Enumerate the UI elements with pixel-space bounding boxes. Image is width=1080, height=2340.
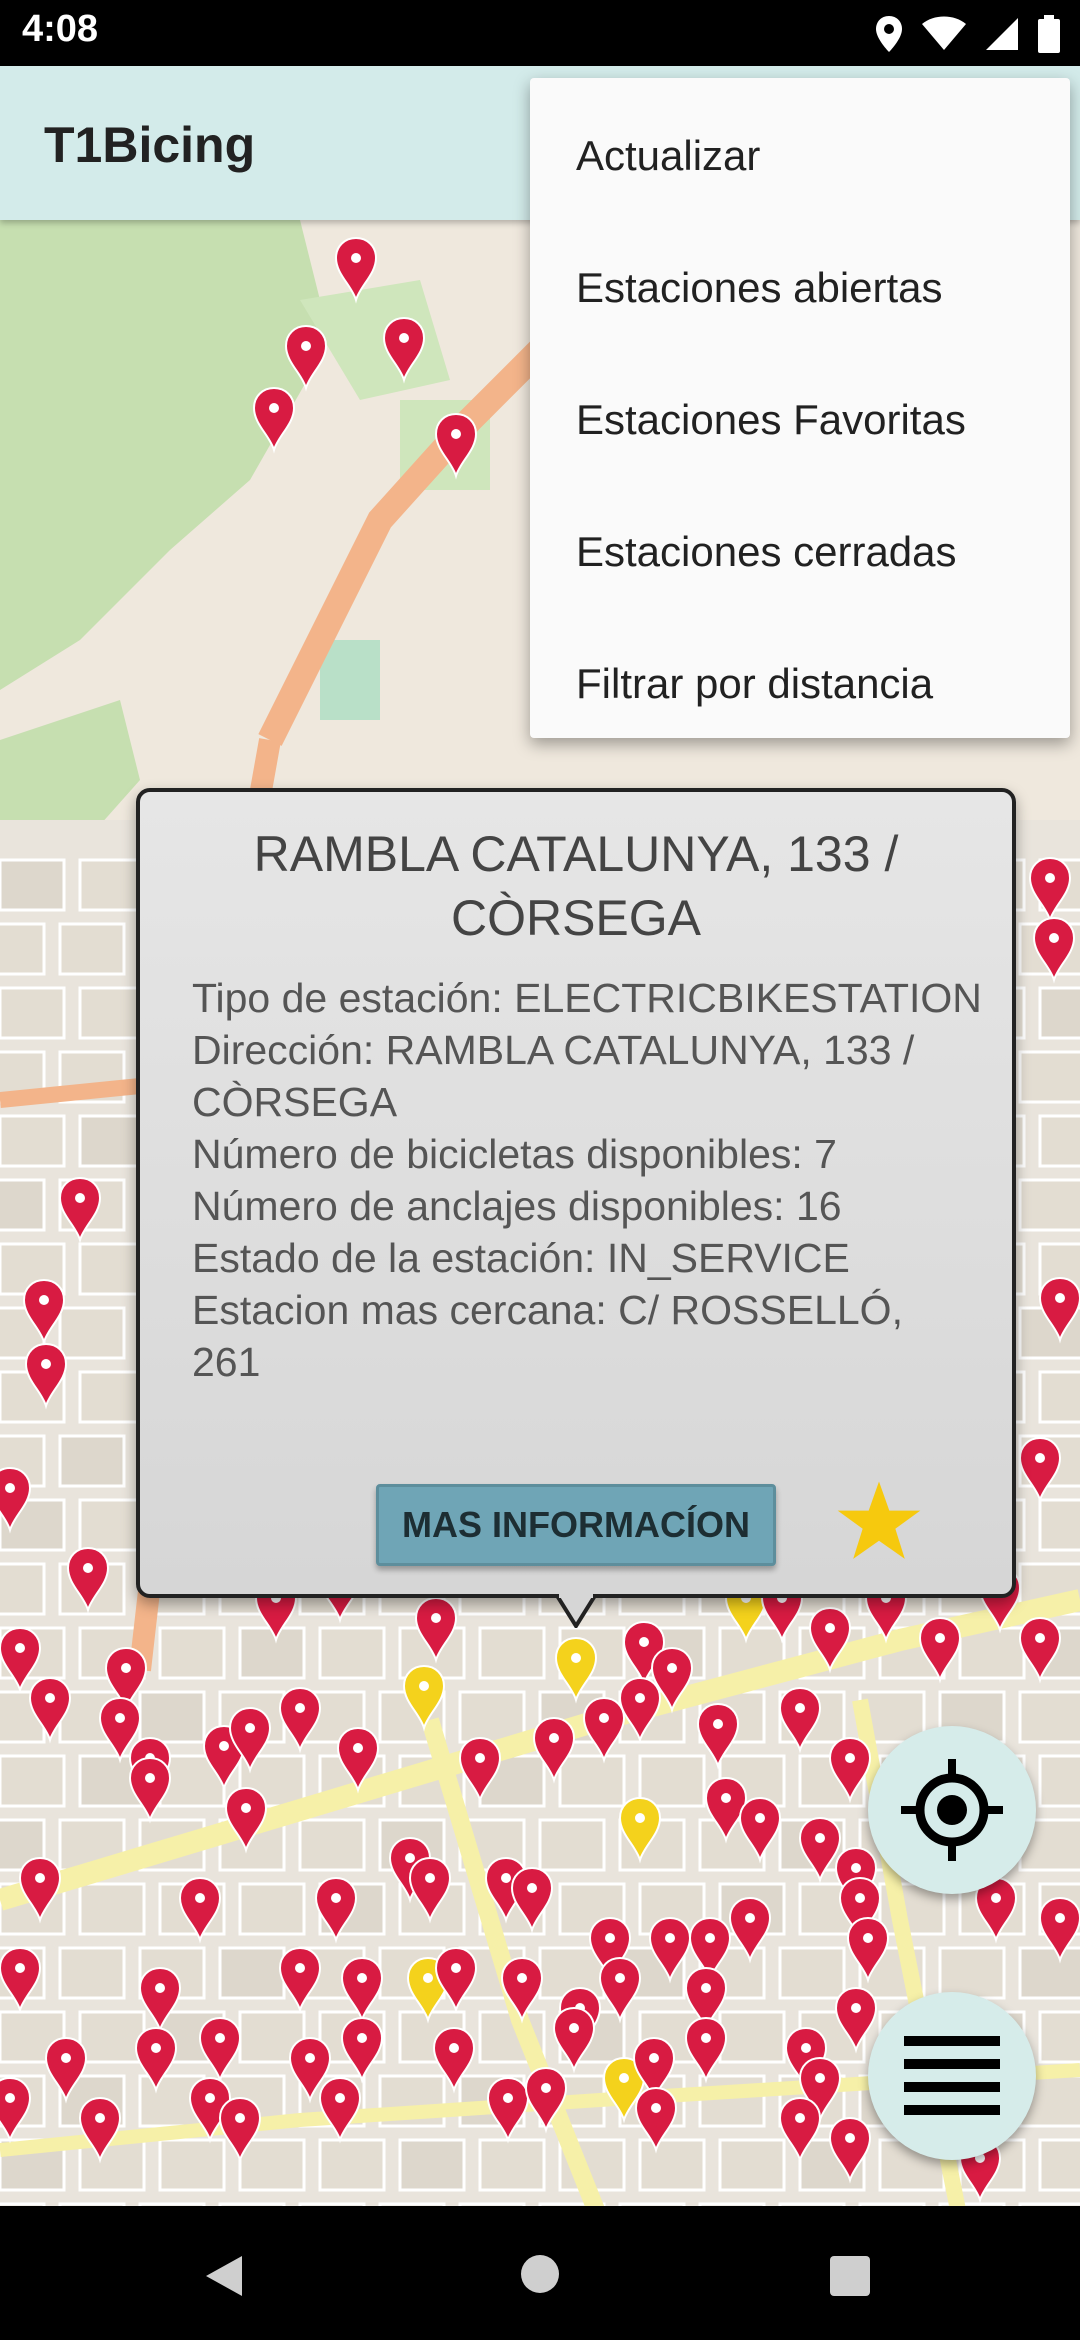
city-block [58, 1434, 126, 1488]
city-block [638, 1754, 706, 1808]
city-block [1038, 1754, 1080, 1808]
city-block [78, 1882, 146, 1936]
home-icon[interactable] [520, 2254, 560, 2294]
city-block [1018, 1178, 1080, 1232]
city-block [398, 2138, 466, 2192]
navigation-bar [0, 2206, 1080, 2340]
docks-available: Número de anclajes disponibles: 16 [192, 1183, 842, 1229]
city-block [1018, 1050, 1080, 1104]
station-list-button[interactable] [868, 1992, 1036, 2160]
city-block [478, 1626, 546, 1680]
station-details: Tipo de estación: ELECTRICBIKESTATION Di… [192, 972, 982, 1388]
menu-item-estaciones-cerradas[interactable]: Estaciones cerradas [530, 486, 1070, 618]
more-info-button[interactable]: MAS INFORMACÍON [376, 1484, 776, 1566]
status-bar: 4:08 [0, 0, 1080, 66]
park-area [0, 220, 330, 690]
my-location-icon [901, 1759, 1003, 1861]
city-block [318, 2138, 386, 2192]
menu-item-estaciones-favoritas[interactable]: Estaciones Favoritas [530, 354, 1070, 486]
city-block [1038, 1370, 1080, 1424]
station-status: Estado de la estación: IN_SERVICE [192, 1235, 850, 1281]
city-block [238, 1626, 306, 1680]
station-type: Tipo de estación: ELECTRICBIKESTATION [192, 975, 982, 1021]
wifi-icon [922, 16, 966, 50]
main-road [258, 320, 570, 746]
recents-icon[interactable] [830, 2256, 870, 2296]
city-block [158, 2138, 226, 2192]
list-menu-icon [904, 2036, 1000, 2115]
bikes-available: Número de bicicletas disponibles: 7 [192, 1131, 837, 1177]
status-icons [874, 14, 1060, 54]
station-address: Dirección: RAMBLA CATALUNYA, 133 / CÒRSE… [192, 1027, 915, 1125]
location-icon [876, 16, 902, 52]
city-block [58, 922, 126, 976]
city-block [1038, 986, 1080, 1040]
city-block [778, 1946, 846, 2000]
city-block [0, 922, 46, 976]
city-block [58, 1946, 126, 2000]
city-block [78, 1498, 146, 1552]
station-info-window: RAMBLA CATALUNYA, 133 / CÒRSEGA Tipo de … [136, 788, 1016, 1598]
city-block [78, 1242, 146, 1296]
menu-item-estaciones-abiertas[interactable]: Estaciones abiertas [530, 222, 1070, 354]
status-clock: 4:08 [22, 8, 99, 50]
city-block [1038, 2138, 1080, 2192]
city-block [78, 986, 146, 1040]
popup-pointer [556, 1594, 596, 1628]
city-block [0, 1562, 46, 1616]
battery-icon [1038, 15, 1060, 53]
city-block [1018, 1946, 1080, 2000]
city-block [0, 858, 66, 912]
city-block [238, 2138, 306, 2192]
park-area [320, 640, 380, 720]
city-block [0, 1114, 66, 1168]
city-block [58, 1306, 126, 1360]
city-block [318, 1626, 386, 1680]
city-block [0, 1754, 66, 1808]
nearest-station: Estacion mas cercana: C/ ROSSELLÓ, 261 [192, 1287, 903, 1385]
my-location-button[interactable] [868, 1726, 1036, 1894]
city-block [78, 2010, 146, 2064]
app-title: T1Bicing [44, 117, 256, 173]
city-block [638, 2138, 706, 2192]
overflow-menu: Actualizar Estaciones abiertas Estacione… [530, 78, 1070, 738]
city-block [0, 986, 66, 1040]
city-block [558, 1754, 626, 1808]
city-block [158, 1626, 226, 1680]
city-block [298, 1818, 366, 1872]
city-block [1038, 1114, 1080, 1168]
signal-icon [986, 18, 1018, 50]
city-block [1018, 1690, 1080, 1744]
city-block [138, 1690, 206, 1744]
city-block [78, 1114, 146, 1168]
station-title: RAMBLA CATALUNYA, 133 / CÒRSEGA [253, 826, 899, 946]
city-block [478, 2138, 546, 2192]
city-block [1038, 1498, 1080, 1552]
menu-item-actualizar[interactable]: Actualizar [530, 90, 1070, 222]
back-icon[interactable] [204, 2254, 244, 2298]
city-block [78, 858, 146, 912]
city-block [938, 1946, 1006, 2000]
city-block [78, 1370, 146, 1424]
city-block [238, 1882, 306, 1936]
favorite-star-icon[interactable] [836, 1478, 922, 1564]
city-block [718, 2010, 786, 2064]
city-block [718, 2138, 786, 2192]
menu-item-filtrar-por-distancia[interactable]: Filtrar por distancia [530, 618, 1070, 750]
city-block [538, 1818, 606, 1872]
city-block [1038, 2010, 1080, 2064]
city-block [218, 1946, 286, 2000]
city-block [0, 1178, 46, 1232]
